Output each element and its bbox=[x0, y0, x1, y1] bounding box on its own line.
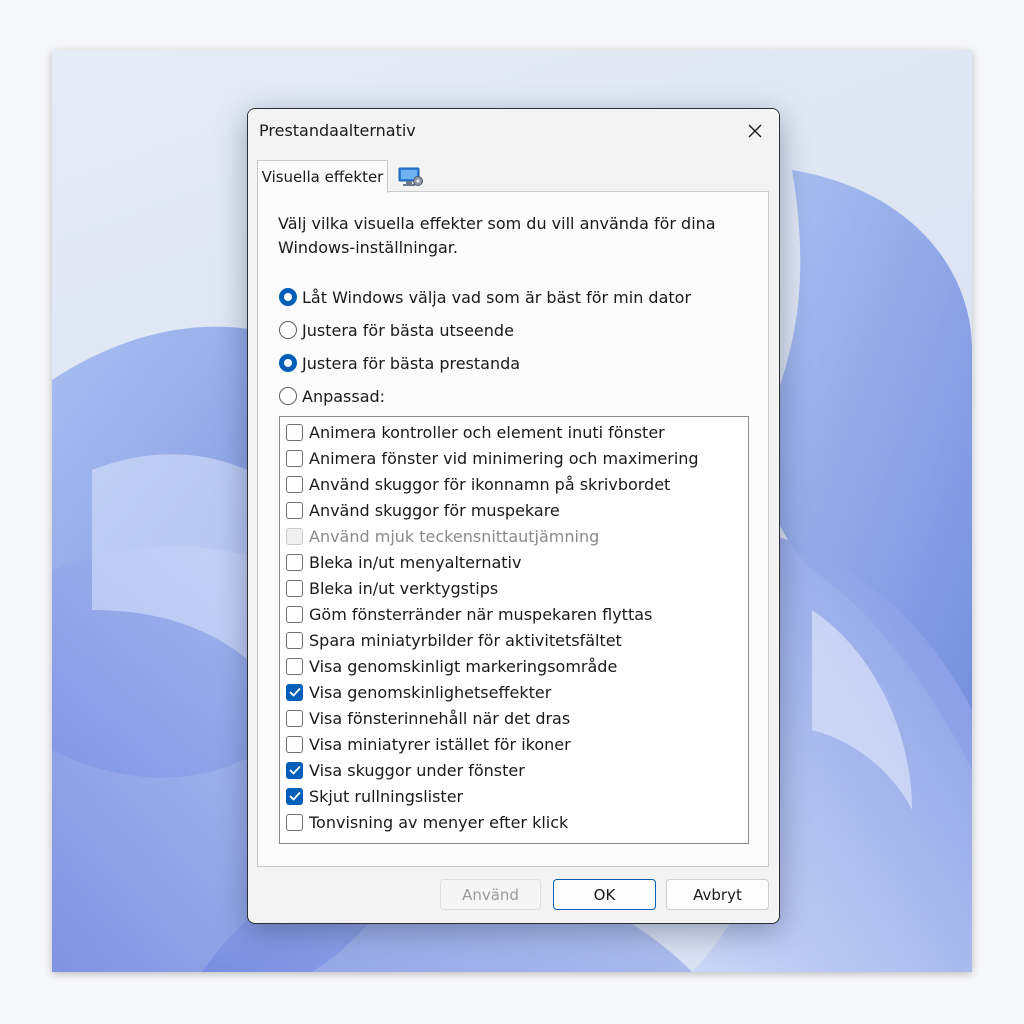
checkbox[interactable] bbox=[286, 631, 303, 649]
title-bar: Prestandaalternativ bbox=[248, 109, 779, 153]
effect-show-window-contents-drag[interactable]: Visa fönsterinnehåll när det dras bbox=[286, 705, 570, 731]
checkbox-label: Visa skuggor under fönster bbox=[309, 760, 525, 780]
effect-fade-menus-after-click[interactable]: Tonvisning av menyer efter klick bbox=[286, 809, 568, 835]
checkbox-label: Tonvisning av menyer efter klick bbox=[309, 812, 569, 832]
effect-transparency[interactable]: Visa genomskinlighetseffekter bbox=[286, 679, 551, 705]
effect-smooth-scroll[interactable]: Skjut rullningslister bbox=[286, 783, 463, 809]
performance-options-dialog: Prestandaalternativ Visuella effekter Vä… bbox=[247, 108, 780, 924]
tab-visual-effects[interactable]: Visuella effekter bbox=[257, 160, 388, 193]
checkbox bbox=[286, 527, 303, 545]
radio-best-performance[interactable]: Justera för bästa prestanda bbox=[279, 350, 520, 376]
radio-custom[interactable]: Anpassad: bbox=[279, 383, 385, 409]
effect-pointer-shadows[interactable]: Använd skuggor för muspekare bbox=[286, 497, 560, 523]
checkbox-label: Använd mjuk teckensnittautjämning bbox=[309, 526, 600, 546]
effect-translucent-selection[interactable]: Visa genomskinligt markeringsområde bbox=[286, 653, 617, 679]
effect-fade-menu-items[interactable]: Bleka in/ut menyalternativ bbox=[286, 549, 521, 575]
checkbox[interactable] bbox=[286, 709, 303, 727]
checkbox[interactable] bbox=[286, 579, 303, 597]
checkbox[interactable] bbox=[286, 761, 303, 779]
checkbox-label: Visa miniatyrer istället för ikoner bbox=[309, 734, 571, 754]
effects-checklist: Animera kontroller och element inuti fön… bbox=[279, 416, 749, 844]
cancel-button[interactable]: Avbryt bbox=[666, 879, 769, 910]
effect-hide-window-borders[interactable]: Göm fönsterränder när muspekaren flyttas bbox=[286, 601, 652, 627]
checkbox-label: Animera kontroller och element inuti fön… bbox=[309, 422, 665, 442]
checkbox-label: Bleka in/ut verktygstips bbox=[309, 578, 499, 598]
radio-button[interactable] bbox=[279, 288, 297, 306]
checkmark-icon bbox=[288, 791, 301, 801]
checkbox[interactable] bbox=[286, 813, 303, 831]
monitor-settings-icon bbox=[398, 167, 423, 186]
checkbox[interactable] bbox=[286, 449, 303, 467]
dialog-title: Prestandaalternativ bbox=[259, 121, 416, 140]
effect-fade-tooltips[interactable]: Bleka in/ut verktygstips bbox=[286, 575, 498, 601]
instructions-text: Välj vilka visuella effekter som du vill… bbox=[278, 214, 716, 257]
checkbox[interactable] bbox=[286, 657, 303, 675]
radio-button[interactable] bbox=[279, 354, 297, 372]
tab-advanced[interactable] bbox=[391, 163, 431, 191]
checkbox[interactable] bbox=[286, 475, 303, 493]
tab-visual-effects-label: Visuella effekter bbox=[261, 168, 384, 186]
checkbox[interactable] bbox=[286, 605, 303, 623]
checkbox-label: Visa genomskinligt markeringsområde bbox=[309, 656, 618, 676]
effect-animate-controls[interactable]: Animera kontroller och element inuti fön… bbox=[286, 419, 665, 445]
effect-thumbnails-instead-of-icons[interactable]: Visa miniatyrer istället för ikoner bbox=[286, 731, 571, 757]
radio-label: Justera för bästa prestanda bbox=[302, 353, 521, 373]
effect-animate-windows[interactable]: Animera fönster vid minimering och maxim… bbox=[286, 445, 699, 471]
checkbox-label: Använd skuggor för ikonnamn på skrivbord… bbox=[309, 474, 671, 494]
close-icon bbox=[748, 124, 762, 138]
checkbox-label: Bleka in/ut menyalternativ bbox=[309, 552, 522, 572]
radio-best-appearance[interactable]: Justera för bästa utseende bbox=[279, 317, 514, 343]
checkbox-label: Använd skuggor för muspekare bbox=[309, 500, 560, 520]
effect-icon-label-shadows[interactable]: Använd skuggor för ikonnamn på skrivbord… bbox=[286, 471, 670, 497]
close-button[interactable] bbox=[731, 109, 779, 153]
checkbox-label: Visa genomskinlighetseffekter bbox=[309, 682, 552, 702]
checkbox[interactable] bbox=[286, 735, 303, 753]
checkbox-label: Spara miniatyrbilder för aktivitetsfälte… bbox=[309, 630, 622, 650]
checkbox[interactable] bbox=[286, 553, 303, 571]
radio-let-windows-choose[interactable]: Låt Windows välja vad som är bäst för mi… bbox=[279, 284, 691, 310]
checkmark-icon bbox=[288, 765, 301, 775]
apply-button: Använd bbox=[440, 879, 541, 910]
radio-label: Låt Windows välja vad som är bäst för mi… bbox=[302, 287, 692, 307]
checkbox-label: Skjut rullningslister bbox=[309, 786, 464, 806]
ok-button[interactable]: OK bbox=[553, 879, 656, 910]
effect-font-smoothing: Använd mjuk teckensnittautjämning bbox=[286, 523, 599, 549]
checkbox[interactable] bbox=[286, 501, 303, 519]
radio-label: Anpassad: bbox=[302, 386, 386, 406]
radio-button[interactable] bbox=[279, 321, 297, 339]
checkbox[interactable] bbox=[286, 787, 303, 805]
checkbox-label: Animera fönster vid minimering och maxim… bbox=[309, 448, 699, 468]
visual-effects-panel: Välj vilka visuella effekter som du vill… bbox=[257, 191, 769, 867]
effect-window-shadows[interactable]: Visa skuggor under fönster bbox=[286, 757, 525, 783]
radio-label: Justera för bästa utseende bbox=[302, 320, 514, 340]
checkbox-label: Visa fönsterinnehåll när det dras bbox=[309, 708, 571, 728]
checkbox[interactable] bbox=[286, 423, 303, 441]
checkbox[interactable] bbox=[286, 683, 303, 701]
effect-save-taskbar-thumbnails[interactable]: Spara miniatyrbilder för aktivitetsfälte… bbox=[286, 627, 622, 653]
checkbox-label: Göm fönsterränder när muspekaren flyttas bbox=[309, 604, 653, 624]
checkmark-icon bbox=[288, 687, 301, 697]
radio-button[interactable] bbox=[279, 387, 297, 405]
